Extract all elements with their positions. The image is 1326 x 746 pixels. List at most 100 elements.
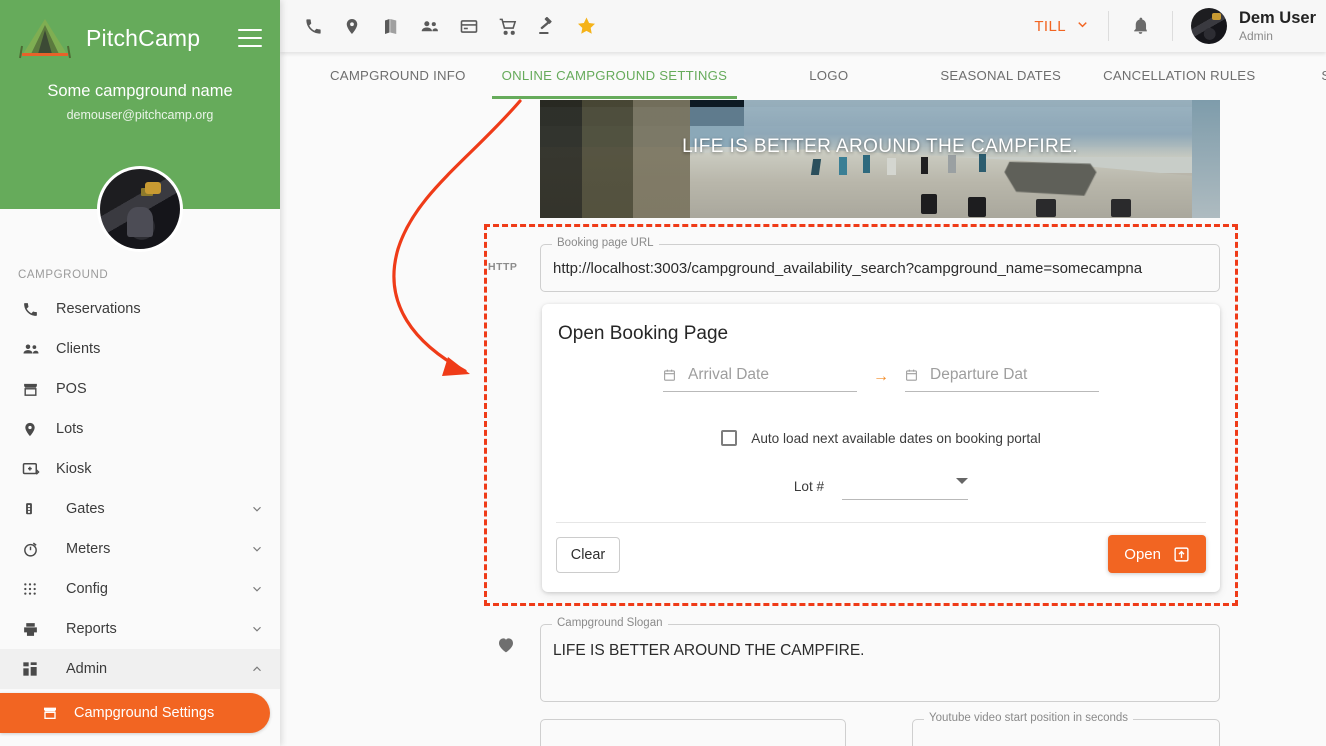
avatar <box>1190 8 1227 44</box>
chair <box>948 155 956 174</box>
arrival-date-input[interactable]: Arrival Date <box>663 366 857 392</box>
picnic-table <box>1005 160 1097 196</box>
campground-slogan-label: Campground Slogan <box>552 617 668 629</box>
sidebar-item-label: Lots <box>56 421 84 437</box>
departure-date-placeholder: Departure Dat <box>930 366 1028 383</box>
gavel-icon[interactable] <box>536 15 558 37</box>
map-icon[interactable] <box>380 15 402 37</box>
sidebar-item-label: POS <box>56 381 87 397</box>
location-pin-icon[interactable] <box>341 15 363 37</box>
sidebar-item-label: Gates <box>66 501 105 517</box>
sidebar-subitem-label: Campground Settings <box>74 705 215 721</box>
settings-tab-bar: CAMPGROUND INFO ONLINE CAMPGROUND SETTIN… <box>280 52 1326 99</box>
chevron-down-icon <box>250 622 264 636</box>
lot-number-select[interactable] <box>842 474 969 500</box>
hamburger-menu-icon[interactable] <box>238 29 262 47</box>
sidebar-item-label: Config <box>66 581 108 597</box>
main-content: LIFE IS BETTER AROUND THE CAMPFIRE. HTTP… <box>280 99 1326 746</box>
people-icon <box>22 339 44 359</box>
sidebar-item-label: Kiosk <box>56 461 92 477</box>
store-icon <box>22 379 44 399</box>
timer-icon <box>22 539 44 559</box>
sidebar: PitchCamp Some campground name demouser@… <box>0 0 280 746</box>
chair <box>1111 199 1132 218</box>
chair <box>920 156 928 174</box>
sidebar-avatar[interactable] <box>97 166 183 252</box>
notifications-bell-icon[interactable] <box>1109 16 1172 36</box>
tab-online-campground-settings[interactable]: ONLINE CAMPGROUND SETTINGS <box>484 52 746 99</box>
calendar-icon <box>663 368 676 382</box>
sidebar-item-admin[interactable]: Admin <box>0 649 280 689</box>
chevron-down-icon <box>250 542 264 556</box>
sidebar-item-campground-settings[interactable]: Campground Settings <box>0 693 270 733</box>
arrival-date-placeholder: Arrival Date <box>688 366 769 383</box>
avatar-image <box>100 169 180 249</box>
chevron-down-icon <box>956 478 969 484</box>
kiosk-icon <box>22 459 44 479</box>
booking-page-url-label: Booking page URL <box>552 237 659 249</box>
sidebar-item-meters[interactable]: Meters <box>0 529 280 569</box>
till-label: TILL <box>1034 17 1066 35</box>
grid-dots-icon <box>22 579 44 599</box>
sidebar-item-config[interactable]: Config <box>0 569 280 609</box>
campground-slogan-field[interactable]: Campground Slogan LIFE IS BETTER AROUND … <box>540 617 1220 702</box>
dashboard-icon <box>22 659 44 679</box>
tab-logo[interactable]: LOGO <box>791 52 866 99</box>
auto-load-dates-label: Auto load next available dates on bookin… <box>751 430 1041 446</box>
shopping-cart-icon[interactable] <box>497 15 519 37</box>
credit-card-icon[interactable] <box>458 15 480 37</box>
location-pin-icon <box>22 419 44 439</box>
user-name: Dem User <box>1238 9 1316 28</box>
sidebar-item-label: Reservations <box>56 301 141 317</box>
user-meta: Dem User Admin <box>1239 9 1316 43</box>
booking-page-url-value: http://localhost:3003/campground_availab… <box>553 260 1143 276</box>
tab-cancellation-rules[interactable]: CANCELLATION RULES <box>1085 52 1273 99</box>
departure-date-input[interactable]: Departure Dat <box>905 366 1099 392</box>
printer-icon <box>22 619 44 639</box>
people-icon[interactable] <box>419 15 441 37</box>
open-button-label: Open <box>1124 545 1161 563</box>
sidebar-item-label: Meters <box>66 541 111 557</box>
chevron-down-icon <box>250 582 264 596</box>
bottom-left-field[interactable] <box>540 719 846 746</box>
phone-icon[interactable] <box>302 15 324 37</box>
campground-slogan-value: LIFE IS BETTER AROUND THE CAMPFIRE. <box>553 642 865 659</box>
tab-seasonal-dates[interactable]: SEASONAL DATES <box>922 52 1079 99</box>
sidebar-item-lots[interactable]: Lots <box>0 409 280 449</box>
user-email: demouser@pitchcamp.org <box>66 108 214 122</box>
chair <box>839 156 848 175</box>
sidebar-header: PitchCamp Some campground name demouser@… <box>0 0 280 252</box>
sidebar-item-pos[interactable]: POS <box>0 369 280 409</box>
chevron-down-icon <box>250 502 264 516</box>
toolbar-icon-group <box>280 15 597 37</box>
tab-campground-info[interactable]: CAMPGROUND INFO <box>312 52 484 99</box>
sidebar-item-gates[interactable]: Gates <box>0 489 280 529</box>
date-range-arrow-icon: → <box>873 368 889 385</box>
sidebar-item-clients[interactable]: Clients <box>0 329 280 369</box>
youtube-start-position-field[interactable]: Youtube video start position in seconds <box>912 712 1220 746</box>
open-button[interactable]: Open <box>1108 535 1206 573</box>
chair <box>1036 199 1057 218</box>
till-dropdown[interactable]: TILL <box>1016 17 1108 36</box>
tab-stripe[interactable]: STRIP <box>1303 52 1326 99</box>
chevron-up-icon <box>250 662 264 676</box>
chair <box>920 194 937 215</box>
sidebar-item-label: Reports <box>66 621 117 637</box>
clear-button[interactable]: Clear <box>556 537 620 573</box>
brand-name: PitchCamp <box>86 24 201 51</box>
chair <box>886 157 896 175</box>
hero-right-edge <box>1192 100 1220 218</box>
booking-page-url-field[interactable]: Booking page URL http://localhost:3003/c… <box>540 237 1220 292</box>
calendar-icon <box>905 368 918 382</box>
lot-number-row: Lot # <box>542 474 1220 500</box>
sidebar-item-kiosk[interactable]: Kiosk <box>0 449 280 489</box>
sidebar-item-reports[interactable]: Reports <box>0 609 280 649</box>
sidebar-item-reservations[interactable]: Reservations <box>0 289 280 329</box>
user-menu[interactable]: Dem User Admin <box>1173 8 1326 44</box>
star-icon[interactable] <box>575 15 597 37</box>
date-range-row: Arrival Date → Departure Dat <box>542 366 1220 392</box>
toolbar-right: TILL Dem User Admin <box>1016 0 1326 52</box>
app-root: PitchCamp Some campground name demouser@… <box>0 0 1326 746</box>
campground-name: Some campground name <box>47 82 233 100</box>
auto-load-dates-checkbox[interactable] <box>721 430 738 446</box>
